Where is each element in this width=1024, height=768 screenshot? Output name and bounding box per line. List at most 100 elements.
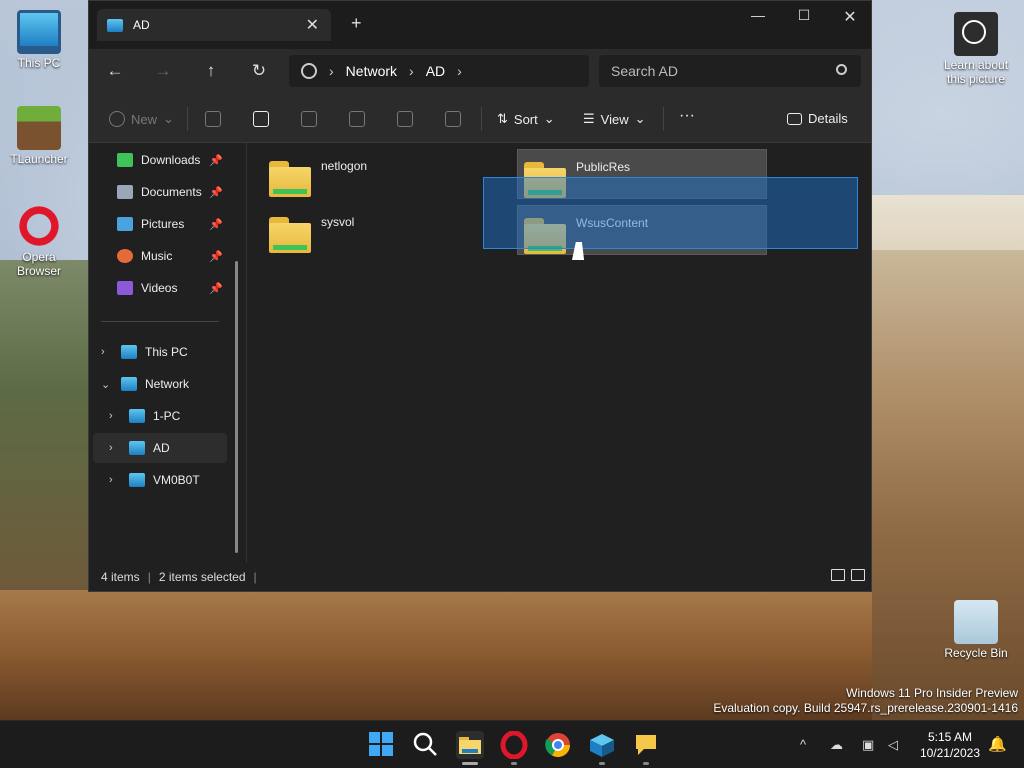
new-tab-button[interactable]: + — [351, 13, 362, 34]
paste-button[interactable] — [301, 111, 317, 127]
sidebar-item-1-pc[interactable]: › 1-PC — [93, 401, 227, 431]
folder-sysvol[interactable]: sysvol — [263, 205, 513, 255]
chevron-right-icon[interactable]: › — [109, 474, 113, 486]
copy-icon — [253, 111, 269, 127]
sidebar-scrollbar[interactable] — [235, 261, 238, 553]
refresh-button[interactable]: ↻ — [247, 61, 271, 81]
desktop-icon-recycle-bin[interactable]: Recycle Bin — [936, 600, 1016, 660]
box-icon — [590, 734, 614, 757]
sort-label: Sort — [513, 111, 538, 127]
sidebar-item-ad[interactable]: › AD — [93, 433, 227, 463]
plus-circle-icon — [109, 111, 125, 127]
tiles-view-icon[interactable] — [851, 569, 865, 581]
sidebar-item-label: Network — [145, 377, 190, 391]
chevron-right-icon[interactable]: › — [109, 442, 113, 454]
chevron-down-icon: ⌄ — [543, 111, 555, 126]
monitor-icon — [129, 409, 145, 423]
download-icon — [117, 153, 133, 167]
minimize-button[interactable]: — — [735, 7, 781, 23]
cut-button[interactable] — [205, 111, 221, 127]
rename-button[interactable] — [349, 111, 365, 127]
breadcrumb-ad[interactable]: AD — [426, 63, 445, 79]
desktop-icon-opera[interactable]: Opera Browser — [0, 204, 78, 278]
toolbar-divider — [187, 107, 188, 131]
details-pane-button[interactable]: Details — [787, 111, 848, 126]
back-button[interactable]: ← — [103, 61, 127, 81]
volume-muted-icon[interactable]: ◁ — [888, 737, 898, 753]
new-button[interactable]: New ⌄ — [109, 111, 174, 127]
view-label: View — [600, 111, 629, 127]
chrome-icon — [545, 733, 570, 758]
desktop-icon-label: TLauncher — [10, 152, 68, 166]
sidebar-item-documents[interactable]: Documents 📌 — [117, 177, 227, 207]
sidebar-item-network[interactable]: ⌄ Network — [93, 369, 227, 399]
up-button[interactable]: ↑ — [199, 61, 223, 81]
maximize-button[interactable]: ☐ — [781, 7, 827, 24]
delete-button[interactable] — [445, 111, 461, 127]
pin-icon[interactable]: 📌 — [209, 154, 223, 167]
desktop-icon-tlauncher[interactable]: TLauncher — [0, 106, 78, 166]
sidebar-item-label: Videos — [141, 281, 178, 295]
search-placeholder: Search AD — [611, 63, 678, 79]
opera-icon — [17, 204, 61, 248]
breadcrumb-network[interactable]: Network — [346, 63, 397, 79]
folder-icon — [459, 737, 481, 754]
taskbar-feedback-hub[interactable] — [632, 731, 660, 765]
search-button[interactable] — [412, 731, 440, 759]
share-button[interactable] — [397, 111, 413, 127]
chevron-right-icon[interactable]: › — [409, 63, 414, 79]
chevron-right-icon[interactable]: › — [109, 410, 113, 422]
tlauncher-icon — [17, 106, 61, 150]
share-icon — [397, 111, 413, 127]
search-input[interactable]: Search AD — [599, 55, 861, 87]
desktop-icon-this-pc[interactable]: This PC — [0, 10, 78, 70]
chevron-right-icon[interactable]: › — [101, 346, 105, 358]
pin-icon[interactable]: 📌 — [209, 218, 223, 231]
folder-netlogon[interactable]: netlogon — [263, 149, 513, 199]
details-view-icon[interactable] — [831, 569, 845, 581]
taskbar-chrome[interactable] — [544, 731, 572, 759]
close-tab-button[interactable]: ✕ — [306, 15, 319, 35]
taskbar-file-explorer[interactable] — [456, 731, 484, 765]
weather-icon[interactable]: ☁ — [830, 737, 843, 753]
chevron-down-icon: ⌄ — [634, 111, 646, 126]
sidebar-item-vm0b0t[interactable]: › VM0B0T — [93, 465, 227, 495]
title-bar: AD ✕ + — ☐ ✕ — [89, 1, 871, 49]
sidebar-item-downloads[interactable]: Downloads 📌 — [117, 145, 227, 175]
tab-label: AD — [133, 18, 150, 32]
chevron-down-icon: ⌄ — [163, 111, 174, 126]
view-button[interactable]: ☰ View ⌄ — [583, 111, 646, 127]
taskbar-network-app[interactable] — [588, 731, 616, 765]
document-icon — [117, 185, 133, 199]
address-bar[interactable]: › Network › AD › — [289, 55, 589, 87]
taskbar-opera[interactable] — [500, 730, 528, 765]
navigation-bar: ← → ↑ ↻ › Network › AD › Search AD — [89, 49, 871, 95]
sidebar-item-videos[interactable]: Videos 📌 — [117, 273, 227, 303]
pin-icon[interactable]: 📌 — [209, 186, 223, 199]
sort-icon: ⇅ — [497, 111, 508, 126]
chevron-right-icon[interactable]: › — [457, 63, 462, 79]
sidebar-item-music[interactable]: Music 📌 — [117, 241, 227, 271]
forward-button[interactable]: → — [151, 61, 175, 81]
start-button[interactable] — [368, 731, 396, 759]
notification-bell-icon[interactable]: 🔔 — [988, 735, 1007, 753]
close-window-button[interactable]: ✕ — [827, 7, 873, 27]
network-status-icon[interactable]: ▣ — [862, 737, 874, 753]
chevron-down-icon[interactable]: ⌄ — [101, 378, 110, 391]
copy-button[interactable] — [253, 111, 269, 127]
taskbar: ^ ☁ ▣ ◁ 5:15 AM 10/21/2023 🔔 — [0, 720, 1024, 768]
sort-button[interactable]: ⇅ Sort ⌄ — [497, 111, 555, 127]
pin-icon[interactable]: 📌 — [209, 282, 223, 295]
desktop-icon-learn-about-picture[interactable]: Learn about this picture — [936, 12, 1016, 86]
sidebar-item-this-pc[interactable]: › This PC — [93, 337, 227, 367]
clock[interactable]: 5:15 AM 10/21/2023 — [920, 729, 980, 761]
clock-date: 10/21/2023 — [919, 746, 980, 760]
more-options-button[interactable]: ··· — [679, 107, 695, 125]
navigation-pane: Downloads 📌 Documents 📌 Pictures 📌 Music… — [89, 143, 245, 563]
sidebar-item-pictures[interactable]: Pictures 📌 — [117, 209, 227, 239]
pin-icon[interactable]: 📌 — [209, 250, 223, 263]
video-icon — [117, 281, 133, 295]
show-hidden-icons-button[interactable]: ^ — [800, 737, 806, 752]
wallpaper-hills — [0, 260, 100, 590]
tab-ad[interactable]: AD ✕ — [97, 9, 331, 41]
